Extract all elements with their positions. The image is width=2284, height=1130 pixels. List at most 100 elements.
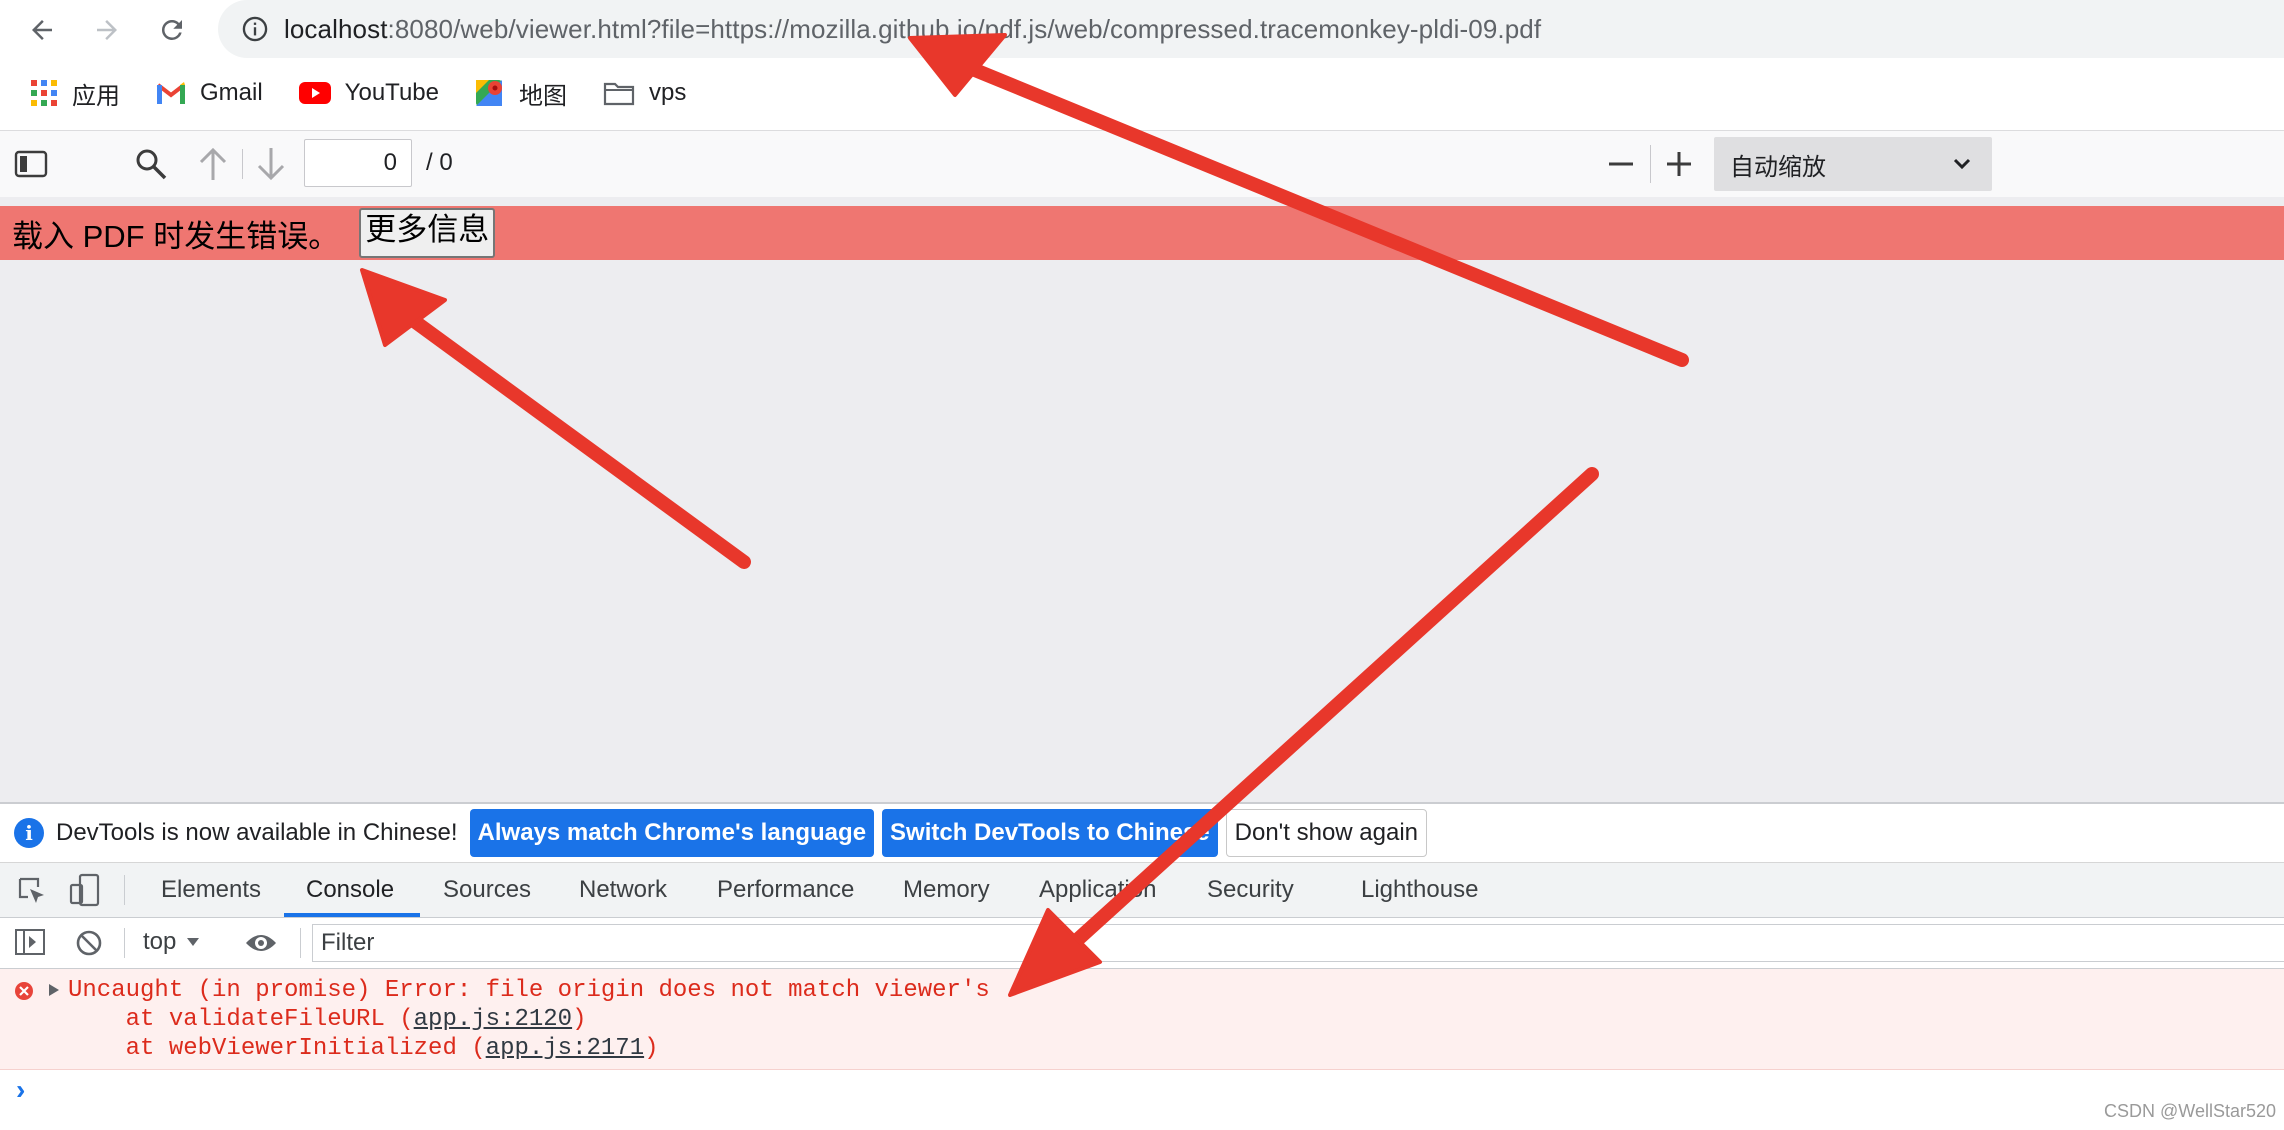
reload-button[interactable]	[150, 8, 194, 52]
eye-icon	[246, 935, 276, 951]
toolbar-divider	[124, 928, 125, 958]
console-error-message: Uncaught (in promise) Error: file origin…	[0, 969, 2284, 1070]
stack-frame-text: at webViewerInitialized (	[68, 1035, 486, 1062]
bookmark-vps[interactable]: vps	[603, 79, 686, 107]
context-selector[interactable]: top	[143, 928, 200, 956]
error-icon	[14, 981, 34, 1006]
bookmark-label: Gmail	[200, 79, 263, 106]
previous-page-icon	[199, 147, 227, 180]
filter-input[interactable]: Filter	[312, 924, 2284, 962]
bookmark-label: 地图	[518, 82, 567, 110]
toolbar-divider	[1650, 145, 1651, 183]
device-mode-icon	[69, 873, 100, 907]
next-page-icon	[257, 148, 285, 181]
clear-console-button[interactable]	[74, 928, 104, 963]
reload-icon	[161, 19, 182, 40]
active-tab-indicator	[284, 913, 420, 917]
tab-memory[interactable]: Memory	[903, 863, 990, 917]
back-arrow-icon	[32, 20, 52, 40]
url-host: localhost	[284, 13, 388, 44]
context-label: top	[143, 928, 177, 955]
toolbar-divider	[124, 875, 125, 905]
live-expression-button[interactable]	[244, 930, 278, 961]
gmail-icon	[156, 81, 186, 105]
forward-button[interactable]	[85, 8, 129, 52]
sidebar-toggle-button[interactable]	[12, 145, 50, 183]
zoom-out-button[interactable]	[1602, 145, 1640, 183]
forward-arrow-icon	[97, 20, 117, 40]
page-count: / 0	[426, 149, 453, 176]
always-match-language-button[interactable]: Always match Chrome's language	[469, 809, 875, 857]
inspect-cursor-icon	[18, 877, 44, 903]
zoom-select[interactable]: 自动缩放	[1714, 137, 1992, 191]
next-page-button[interactable]	[252, 145, 290, 183]
tab-lighthouse[interactable]: Lighthouse	[1361, 863, 1478, 917]
source-link[interactable]: app.js:2171	[486, 1035, 644, 1062]
youtube-icon	[298, 81, 331, 105]
bookmark-label: YouTube	[344, 79, 439, 106]
zoom-value: 自动缩放	[1730, 153, 1826, 181]
dont-show-again-button[interactable]: Don't show again	[1225, 809, 1428, 857]
url-path: :8080/web/viewer.html?file=https://mozil…	[387, 13, 1542, 44]
clear-console-icon	[76, 930, 102, 956]
search-button[interactable]	[132, 145, 170, 183]
tab-network[interactable]: Network	[579, 863, 667, 917]
bookmark-gmail[interactable]: Gmail	[156, 79, 263, 107]
zoom-in-button[interactable]	[1660, 145, 1698, 183]
info-icon: i	[14, 818, 44, 848]
inspect-element-button[interactable]	[16, 875, 48, 912]
search-icon	[136, 149, 167, 180]
error-message: 载入 PDF 时发生错误。	[12, 218, 340, 254]
error-bar: 载入 PDF 时发生错误。 更多信息	[0, 206, 2284, 260]
previous-page-button[interactable]	[194, 145, 232, 183]
switch-to-chinese-button[interactable]: Switch DevTools to Chinese	[882, 809, 1218, 857]
bookmark-apps[interactable]: 应用	[30, 76, 120, 111]
dropdown-triangle-icon	[187, 938, 200, 946]
error-line-3: at webViewerInitialized (app.js:2171)	[68, 1035, 659, 1062]
source-link[interactable]: app.js:2120	[414, 1006, 572, 1033]
url-text[interactable]: localhost:8080/web/viewer.html?file=http…	[284, 14, 1541, 45]
maps-icon	[475, 78, 505, 108]
zoom-out-icon	[1609, 162, 1633, 166]
show-sidebar-button[interactable]	[14, 928, 46, 961]
apps-grid-icon	[30, 79, 58, 107]
page-number-input[interactable]: 0	[304, 139, 412, 187]
tab-console[interactable]: Console	[306, 863, 394, 917]
devtools-tab-bar: Elements Console Sources Network Perform…	[0, 863, 2284, 918]
expand-triangle-icon[interactable]	[48, 983, 60, 1002]
console-sidebar-icon	[15, 929, 45, 955]
tab-security[interactable]: Security	[1207, 863, 1294, 917]
bookmark-youtube[interactable]: YouTube	[298, 79, 439, 107]
bookmark-label: vps	[648, 79, 687, 106]
chevron-down-icon	[1953, 158, 1971, 170]
watermark: CSDN @WellStar520	[2104, 1101, 2276, 1121]
pdf-viewer-area	[0, 197, 2284, 802]
more-info-button[interactable]: 更多信息	[359, 208, 496, 258]
back-button[interactable]	[20, 8, 64, 52]
console-prompt[interactable]: ›	[16, 1074, 25, 1106]
toolbar-divider	[242, 149, 243, 179]
tab-elements[interactable]: Elements	[161, 863, 261, 917]
tab-application[interactable]: Application	[1039, 863, 1156, 917]
stack-frame-close: )	[644, 1035, 659, 1062]
sidebar-toggle-icon	[14, 150, 48, 178]
info-icon[interactable]	[238, 12, 272, 46]
toolbar-divider	[300, 928, 301, 958]
stack-frame-text: at validateFileURL (	[68, 1006, 414, 1033]
pdf-toolbar: 0 / 0 自动缩放	[0, 130, 2284, 198]
error-line-1: Uncaught (in promise) Error: file origin…	[68, 977, 990, 1004]
devtools-language-infobar: i DevTools is now available in Chinese! …	[0, 804, 2284, 863]
stack-frame-close: )	[572, 1006, 587, 1033]
tab-performance[interactable]: Performance	[717, 863, 854, 917]
bookmark-label: 应用	[72, 82, 120, 110]
error-line-2: at validateFileURL (app.js:2120)	[68, 1006, 587, 1033]
device-toolbar-button[interactable]	[68, 873, 102, 912]
omnibox[interactable]: localhost:8080/web/viewer.html?file=http…	[218, 0, 2284, 58]
tab-sources[interactable]: Sources	[443, 863, 531, 917]
infobar-message: DevTools is now available in Chinese!	[56, 819, 458, 846]
address-bar: localhost:8080/web/viewer.html?file=http…	[0, 0, 2284, 60]
bookmarks-bar: 应用 Gmail YouTube 地图 vps	[0, 68, 2284, 118]
bookmark-maps[interactable]: 地图	[475, 76, 567, 111]
folder-icon	[603, 80, 635, 106]
zoom-in-icon	[1667, 152, 1691, 176]
